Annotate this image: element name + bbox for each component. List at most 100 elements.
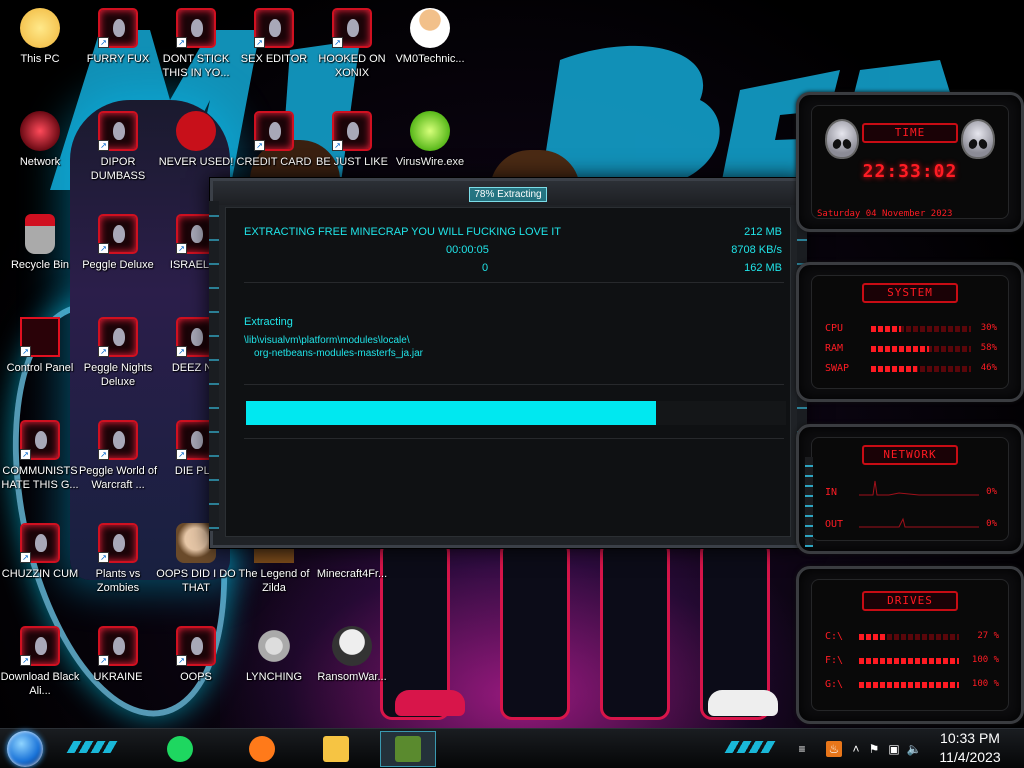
desktop-icon[interactable]: ↗ Peggle Nights Deluxe [78,309,158,409]
network-label: OUT [825,519,844,530]
stat-value: 58% [980,343,997,353]
desktop-icon-label: SEX EDITOR [240,53,308,65]
alien-shortcut-icon: ↗ [254,111,294,151]
desktop-icon-label: Recycle Bin [10,259,70,271]
shortcut-arrow-icon: ↗ [98,37,109,48]
network-graph [859,480,979,528]
desktop-icon[interactable]: ↗ Control Panel [0,309,80,409]
drive-usage: 100 % [971,655,999,665]
extraction-dialog[interactable]: 78% Extracting EXTRACTING FREE MINECRAP … [209,178,807,548]
desktop-icon-label: VirusWire.exe [395,156,465,168]
stat-bar-fill [871,326,901,332]
desktop-icon-label: Control Panel [6,362,74,374]
desktop-icon-label: DONT STICK THIS IN YO... [162,53,230,79]
chevron-up-icon[interactable]: ˄ [848,741,864,757]
drive-bar [859,658,959,664]
drive-label: F:\ [825,655,844,666]
drive-bar-fill [859,634,886,640]
taskbar: ≡ ♨ ˄ ⚑ ▣ 🔈 10:33 PM 11/4/2023 [0,728,1024,768]
desktop-icon[interactable]: ↗ Peggle World of Warcraft ... [78,412,158,512]
desktop-icon[interactable]: RansomWar... [312,618,392,718]
start-button[interactable] [7,731,43,767]
drives-widget-header: Drives [862,591,958,611]
taskbar-app-firefox[interactable] [234,731,290,767]
desktop-icon-label: Network [19,156,61,168]
alien-shortcut-icon: ↗ [98,317,138,357]
desktop-icon[interactable]: ↗ SEX EDITOR [234,0,314,100]
taskbar-clock-time[interactable]: 10:33 PM [920,730,1020,746]
desktop-icon[interactable]: This PC [0,0,80,100]
taskbar-app-spotify[interactable] [152,731,208,767]
total-size: 212 MB [744,226,782,238]
shortcut-arrow-icon: ↗ [98,243,109,254]
alien-shortcut-icon: ↗ [98,214,138,254]
desktop-icon-label: FURRY FUX [86,53,150,65]
system-widget[interactable]: System CPU 30% RAM 58% SWAP 46% [796,262,1024,402]
alien-shortcut-icon: ↗ [98,420,138,460]
widget-clock: 22:33:02 [862,161,958,182]
desktop-icon[interactable]: ↗ FURRY FUX [78,0,158,100]
shortcut-arrow-icon: ↗ [254,140,265,151]
network-icon[interactable]: ▣ [886,741,902,757]
time-widget[interactable]: Time 22:33:02 Saturday 04 November 2023 [796,92,1024,232]
wallpaper-legs [500,540,570,720]
desktop-icon[interactable]: Network [0,103,80,203]
desktop-icon-label: The Legend of Zilda [238,568,310,594]
dialog-titlebar[interactable]: 78% Extracting [213,181,803,205]
desktop-icon[interactable]: ↗ Plants vs Zombies [78,515,158,615]
network-icon [20,111,60,151]
action-center-flag-icon[interactable]: ⚑ [866,741,882,757]
desktop-icon[interactable]: ↗ HOOKED ON XONIX [312,0,392,100]
alien-shortcut-icon: ↗ [332,111,372,151]
control-panel-icon: ↗ [20,317,60,357]
alien-shortcut-icon: ↗ [20,420,60,460]
desktop-icon[interactable]: ↗ DIPOR DUMBASS [78,103,158,203]
wallpaper-shoe [708,690,778,716]
desktop-icon[interactable]: ↗ CHUZZIN CUM [0,515,80,615]
user-avatar-icon [410,8,450,48]
desktop-icon[interactable]: ↗ Peggle Deluxe [78,206,158,306]
drive-usage: 100 % [971,679,999,689]
skull-icon [332,626,372,666]
drives-widget[interactable]: Drives C:\ 27 % F:\ 100 % G:\ 100 % [796,566,1024,724]
alien-logo-icon [825,119,859,159]
java-update-icon[interactable]: ♨ [826,741,842,757]
desktop-icon[interactable]: ↗ DONT STICK THIS IN YO... [156,0,236,100]
show-hidden-icons-icon[interactable]: ≡ [794,741,810,757]
network-widget[interactable]: Network IN 0% OUT 0% [796,424,1024,554]
wallpaper-shoe [395,690,465,716]
current-file-path: \lib\visualvm\platform\modules\locale\ [244,335,410,346]
dialog-body: EXTRACTING FREE MINECRAP YOU WILL FUCKIN… [225,207,791,537]
limewire-icon [410,111,450,151]
desktop-icon-label: OOPS DID I DO THAT [156,568,236,594]
desktop-icon[interactable]: VM0Technic... [390,0,470,100]
alien-logo-icon [961,119,995,159]
shortcut-arrow-icon: ↗ [98,140,109,151]
shortcut-arrow-icon: ↗ [98,346,109,357]
taskbar-app-minecraft[interactable] [380,731,436,767]
desktop-icon-label: Plants vs Zombies [95,568,141,594]
stat-value: 30% [980,323,997,333]
shortcut-arrow-icon: ↗ [254,37,265,48]
shortcut-arrow-icon: ↗ [176,346,187,357]
desktop-icon-label: This PC [20,53,60,65]
network-widget-header: Network [862,445,958,465]
desktop-icon[interactable]: ↗ UKRAINE [78,618,158,718]
taskbar-decoration [724,741,776,753]
desktop-icon-label: UKRAINE [93,671,143,683]
desktop-icon[interactable]: Recycle Bin [0,206,80,306]
drive-label: G:\ [825,679,844,690]
desktop-icon[interactable]: ↗ COMMUNISTS HATE THIS G... [0,412,80,512]
widget-side-decoration [805,457,813,547]
desktop-icon-label: Download Black Ali... [0,671,80,697]
desktop-icon[interactable]: LYNCHING [234,618,314,718]
desktop-icon[interactable]: ↗ OOPS [156,618,236,718]
widget-date: Saturday 04 November 2023 [817,209,953,219]
alien-shortcut-icon: ↗ [176,8,216,48]
network-value: 0% [986,487,997,497]
alien-shortcut-icon: ↗ [98,523,138,563]
taskbar-app-file-explorer[interactable] [308,731,364,767]
shortcut-arrow-icon: ↗ [20,346,31,357]
taskbar-clock-date[interactable]: 11/4/2023 [920,749,1020,765]
desktop-icon[interactable]: ↗ Download Black Ali... [0,618,80,718]
